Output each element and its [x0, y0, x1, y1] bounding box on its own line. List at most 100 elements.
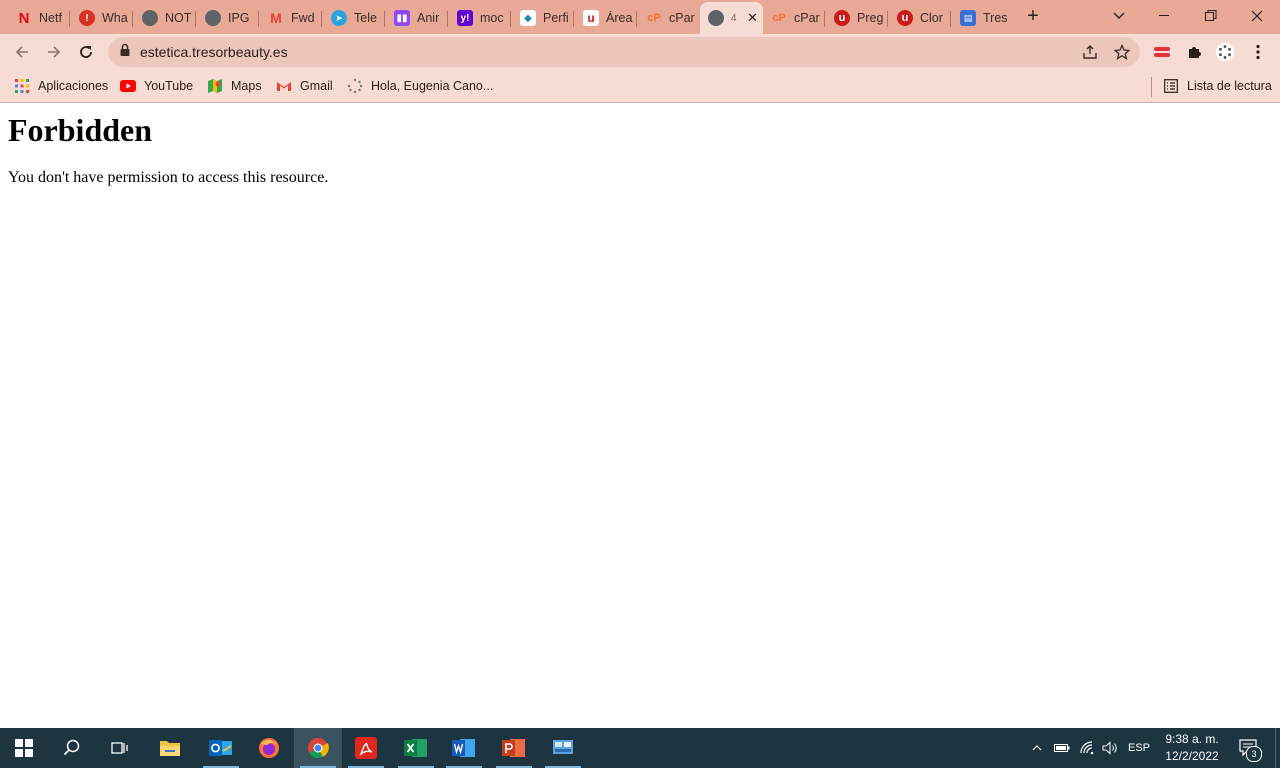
forward-arrow-icon — [48, 46, 61, 58]
tab-search-chevron-icon[interactable] — [1109, 6, 1129, 26]
show-desktop-button[interactable] — [1275, 728, 1280, 768]
reading-list-button[interactable]: Lista de lectura — [1163, 76, 1272, 96]
tab-yahoo[interactable]: y! moc — [449, 4, 511, 32]
notification-count: 3 — [1246, 746, 1262, 762]
tab-title: IPG — [228, 11, 250, 25]
tab-title: 4 — [731, 12, 737, 24]
tab-tres[interactable]: ▤ Tres — [952, 4, 1014, 32]
address-bar[interactable]: estetica.tresorbeauty.es — [108, 37, 1140, 67]
bookmark-label: Hola, Eugenia Cano... — [371, 79, 494, 93]
bookmarks-divider — [1151, 77, 1152, 97]
tab-whatsapp[interactable]: ! Wha — [71, 4, 133, 32]
tab-netflix[interactable]: N Netf — [8, 4, 70, 32]
tab-area[interactable]: u Área — [575, 4, 637, 32]
reading-list-label: Lista de lectura — [1187, 79, 1272, 93]
share-icon[interactable] — [1080, 42, 1100, 62]
profile-avatar[interactable] — [1215, 42, 1235, 62]
word-icon[interactable] — [440, 728, 488, 768]
tab-perfil[interactable]: ◆ Perfi — [512, 4, 574, 32]
bookmark-hola-eugenia[interactable]: Hola, Eugenia Cano... — [347, 76, 493, 96]
tab-title: cPar — [794, 11, 820, 25]
tab-title: Área — [606, 11, 633, 25]
start-icon[interactable] — [0, 728, 48, 768]
tab-title: Clor — [920, 11, 943, 25]
browser-toolbar: estetica.tresorbeauty.es — [0, 34, 1280, 70]
leaf-icon: ◆ — [520, 10, 536, 26]
twitch-icon: ▮▮ — [394, 10, 410, 26]
close-window-button[interactable] — [1247, 6, 1267, 26]
language-indicator[interactable]: ESP — [1124, 728, 1154, 768]
tab-telegram[interactable]: ➤ Tele — [323, 4, 385, 32]
bookmark-star-icon[interactable] — [1112, 42, 1132, 62]
tab-strip: N Netf ! Wha NOT IPG M Fwd ➤ Tele ▮▮ Ani… — [0, 0, 1280, 34]
close-tab-icon[interactable]: ✕ — [747, 10, 758, 26]
tab-active[interactable]: 4 ✕ — [700, 2, 763, 34]
telegram-icon: ➤ — [331, 10, 347, 26]
minimize-button[interactable] — [1155, 6, 1175, 26]
u-logo-icon: u — [834, 10, 850, 26]
tab-title: moc — [480, 11, 504, 25]
notifications-button[interactable]: 3 — [1234, 728, 1264, 768]
globe-icon — [708, 10, 724, 26]
tab-clor[interactable]: u Clor — [889, 4, 951, 32]
wifi-icon[interactable] — [1078, 728, 1098, 768]
tab-title: Tres — [983, 11, 1008, 25]
gmail-icon: M — [270, 10, 282, 26]
acrobat-icon[interactable] — [342, 728, 390, 768]
reload-icon — [80, 46, 92, 58]
book-icon: ▤ — [960, 10, 976, 26]
clock-time: 9:38 a. m. — [1165, 732, 1219, 746]
tab-twitch[interactable]: ▮▮ Anir — [386, 4, 448, 32]
back-button[interactable] — [10, 40, 34, 64]
tab-preg[interactable]: u Preg — [826, 4, 888, 32]
file-explorer-icon[interactable] — [146, 728, 194, 768]
chrome-icon[interactable] — [294, 728, 342, 768]
cpanel-icon: cP — [772, 12, 786, 24]
volume-icon[interactable] — [1100, 728, 1120, 768]
tab-cpanel-2[interactable]: cP cPar — [763, 4, 825, 32]
control-panel-icon[interactable] — [539, 728, 587, 768]
bookmark-gmail[interactable]: Gmail — [276, 76, 333, 96]
tab-cpanel-1[interactable]: cP cPar — [638, 4, 700, 32]
task-view-icon[interactable] — [96, 728, 144, 768]
u-logo-icon: u — [583, 10, 599, 26]
tab-gmail-fwd[interactable]: M Fwd — [260, 4, 322, 32]
search-icon[interactable] — [48, 728, 96, 768]
clock[interactable]: 9:38 a. m. 12/2/2022 — [1158, 731, 1226, 765]
excel-icon[interactable] — [392, 728, 440, 768]
tab-title: Wha — [102, 11, 128, 25]
cpanel-icon: cP — [647, 12, 661, 24]
bookmarks-bar: Aplicaciones YouTube Maps Gmail Hola, Eu… — [0, 70, 1280, 103]
tab-ipg[interactable]: IPG — [197, 4, 259, 32]
forward-button[interactable] — [42, 40, 66, 64]
windows-taskbar: ESP 9:38 a. m. 12/2/2022 3 — [0, 728, 1280, 768]
firefox-icon[interactable] — [245, 728, 293, 768]
bookmark-maps[interactable]: Maps — [207, 76, 262, 96]
apps-grid-icon — [14, 78, 30, 94]
bookmark-label: Maps — [231, 79, 262, 93]
url-text[interactable]: estetica.tresorbeauty.es — [140, 44, 288, 60]
loading-icon — [347, 78, 363, 94]
bookmark-youtube[interactable]: YouTube — [120, 76, 193, 96]
menu-kebab-icon[interactable] — [1248, 42, 1268, 62]
globe-icon — [205, 10, 221, 26]
maps-icon — [207, 78, 223, 94]
netflix-icon: N — [18, 9, 30, 27]
new-tab-button[interactable]: + — [1022, 6, 1044, 28]
bookmark-aplicaciones[interactable]: Aplicaciones — [14, 76, 108, 96]
lock-icon[interactable] — [119, 43, 131, 62]
tab-not[interactable]: NOT — [134, 4, 196, 32]
tab-title: Netf — [39, 11, 62, 25]
bookmark-label: Gmail — [300, 79, 333, 93]
tray-chevron-icon[interactable] — [1028, 728, 1046, 768]
tab-title: NOT — [165, 11, 192, 25]
outlook-icon[interactable] — [197, 728, 245, 768]
extensions-puzzle-icon[interactable] — [1184, 42, 1204, 62]
reload-button[interactable] — [74, 40, 98, 64]
powerpoint-icon[interactable] — [490, 728, 538, 768]
u-logo-icon: u — [897, 10, 913, 26]
battery-icon[interactable] — [1052, 728, 1072, 768]
clock-date: 12/2/2022 — [1165, 749, 1219, 763]
restore-button[interactable] — [1201, 6, 1221, 26]
extension-red-icon[interactable] — [1152, 42, 1172, 62]
